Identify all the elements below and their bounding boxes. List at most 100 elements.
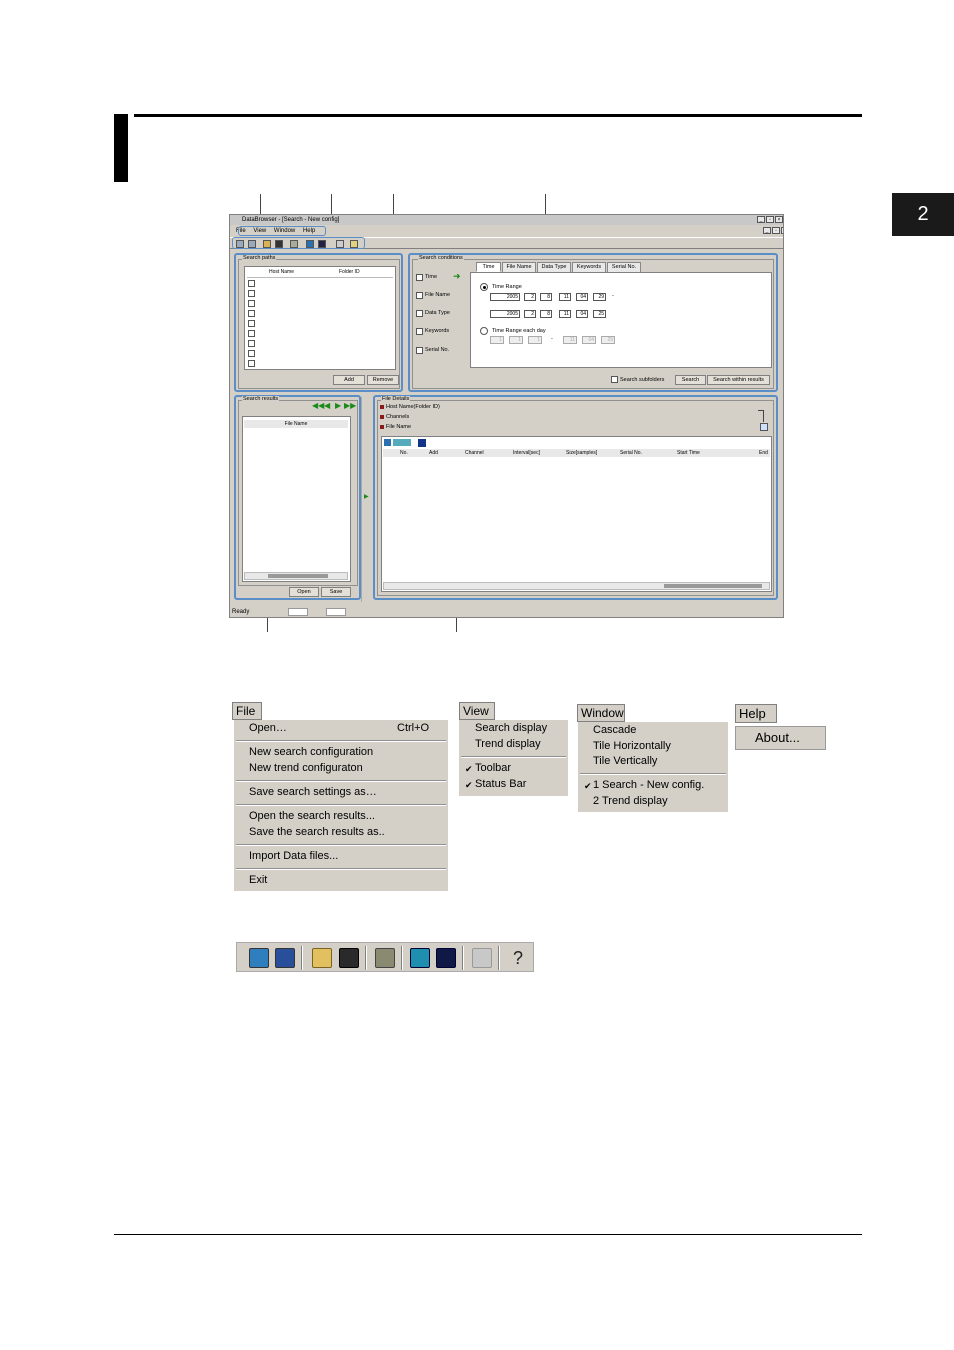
- path-checkbox[interactable]: [248, 360, 255, 367]
- path-checkbox[interactable]: [248, 350, 255, 357]
- toggle-channels-icon[interactable]: [393, 439, 411, 446]
- start-month-field[interactable]: 2: [524, 293, 536, 301]
- each-day-start-field[interactable]: 1: [509, 336, 523, 344]
- end-hour-field[interactable]: 11: [559, 310, 571, 318]
- serialno-checkbox[interactable]: [416, 347, 423, 354]
- save-icon[interactable]: [339, 948, 359, 968]
- start-day-field[interactable]: 8: [540, 293, 552, 301]
- child-restore-button[interactable]: ▫: [772, 227, 780, 234]
- each-day-start-field[interactable]: 1: [490, 336, 504, 344]
- next-page-icon[interactable]: ▶: [335, 401, 341, 410]
- menu-item-toolbar[interactable]: Toolbar: [475, 762, 511, 774]
- save-results-button[interactable]: Save: [321, 587, 351, 597]
- menu-item-exit[interactable]: Exit: [249, 874, 267, 886]
- tab-file-name[interactable]: File Name: [502, 262, 536, 272]
- menu-item-search-display[interactable]: Search display: [475, 722, 547, 734]
- search-display-icon[interactable]: [410, 948, 430, 968]
- path-checkbox[interactable]: [248, 280, 255, 287]
- menu-item-status-bar[interactable]: Status Bar: [475, 778, 526, 790]
- path-checkbox[interactable]: [248, 330, 255, 337]
- print-icon[interactable]: [472, 948, 492, 968]
- path-checkbox[interactable]: [248, 300, 255, 307]
- path-checkbox[interactable]: [248, 320, 255, 327]
- menu-item-about[interactable]: About...: [755, 730, 800, 745]
- menu-item-trend-window[interactable]: 2 Trend display: [593, 795, 668, 807]
- file-menu-title[interactable]: File: [232, 702, 262, 720]
- menu-item-search-window[interactable]: 1 Search - New config.: [593, 779, 704, 791]
- menu-item-save-search-settings[interactable]: Save search settings as…: [249, 786, 377, 798]
- add-channel-icon[interactable]: [418, 439, 426, 447]
- each-day-hour-field[interactable]: 11: [563, 336, 577, 344]
- end-month-field[interactable]: 2: [524, 310, 536, 318]
- detail-view-icon[interactable]: [760, 423, 768, 431]
- scrollbar-thumb[interactable]: [268, 574, 328, 578]
- time-range-radio[interactable]: [480, 283, 488, 291]
- path-checkbox[interactable]: [248, 310, 255, 317]
- select-all-icon[interactable]: [384, 439, 391, 446]
- scrollbar-thumb[interactable]: [664, 584, 762, 588]
- pane-splitter[interactable]: [361, 397, 371, 602]
- open-results-button[interactable]: Open: [289, 587, 319, 597]
- open-folder-icon[interactable]: [312, 948, 332, 968]
- path-checkbox[interactable]: [248, 340, 255, 347]
- tab-data-type[interactable]: Data Type: [537, 262, 571, 272]
- start-minute-field[interactable]: 04: [576, 293, 588, 301]
- menu-item-open-search-results[interactable]: Open the search results...: [249, 810, 375, 822]
- start-second-field[interactable]: 29: [593, 293, 606, 301]
- chapter-number: 2: [917, 203, 929, 225]
- datatype-checkbox[interactable]: [416, 310, 423, 317]
- first-page-icon[interactable]: ◀◀: [312, 401, 324, 410]
- previous-page-icon[interactable]: ◀: [324, 401, 330, 410]
- horizontal-scrollbar[interactable]: [244, 572, 348, 580]
- view-menu-title[interactable]: View: [459, 702, 495, 720]
- search-results-list[interactable]: File Name: [242, 416, 351, 582]
- start-year-field[interactable]: 2005: [490, 293, 520, 301]
- close-button[interactable]: ×: [775, 216, 783, 223]
- menu-item-tile-horizontally[interactable]: Tile Horizontally: [593, 740, 671, 752]
- path-checkbox[interactable]: [248, 290, 255, 297]
- menu-item-tile-vertically[interactable]: Tile Vertically: [593, 755, 657, 767]
- start-hour-field[interactable]: 11: [559, 293, 571, 301]
- menu-item-open[interactable]: Open…: [249, 722, 287, 734]
- each-day-second-field[interactable]: 29: [601, 336, 615, 344]
- end-day-field[interactable]: 8: [540, 310, 552, 318]
- menu-item-new-search-config[interactable]: New search configuration: [249, 746, 373, 758]
- last-page-icon[interactable]: ▶▶: [344, 401, 356, 410]
- tab-serial-no[interactable]: Serial No.: [607, 262, 641, 272]
- help-icon[interactable]: ?: [508, 948, 528, 968]
- tab-time[interactable]: Time: [476, 262, 501, 272]
- search-subfolders-checkbox[interactable]: [611, 376, 618, 383]
- search-within-results-button[interactable]: Search within results: [707, 375, 770, 385]
- child-minimize-button[interactable]: _: [763, 227, 771, 234]
- channel-table[interactable]: No. Add Channel Interval[sec] Size[sampl…: [381, 436, 772, 592]
- window-menu-title[interactable]: Window: [577, 704, 625, 722]
- end-minute-field[interactable]: 04: [576, 310, 588, 318]
- trend-display-icon[interactable]: [436, 948, 456, 968]
- end-second-field[interactable]: 25: [593, 310, 606, 318]
- menu-item-save-search-results[interactable]: Save the search results as..: [249, 826, 385, 838]
- menu-item-cascade[interactable]: Cascade: [593, 724, 636, 736]
- restore-button[interactable]: ▫: [766, 216, 774, 223]
- each-day-minute-field[interactable]: 04: [582, 336, 596, 344]
- end-year-field[interactable]: 2005: [490, 310, 520, 318]
- time-range-each-day-radio[interactable]: [480, 327, 488, 335]
- add-path-button[interactable]: Add: [333, 375, 365, 385]
- each-day-start-field[interactable]: 1: [528, 336, 542, 344]
- search-paths-list[interactable]: Host Name Folder ID: [244, 266, 396, 370]
- search-button[interactable]: Search: [675, 375, 706, 385]
- time-checkbox[interactable]: [416, 274, 423, 281]
- new-trend-icon[interactable]: [275, 948, 295, 968]
- help-menu-title[interactable]: Help: [735, 704, 777, 723]
- menu-item-trend-display[interactable]: Trend display: [475, 738, 541, 750]
- child-close-button[interactable]: ×: [781, 227, 783, 234]
- filename-checkbox[interactable]: [416, 292, 423, 299]
- minimize-button[interactable]: _: [757, 216, 765, 223]
- new-search-icon[interactable]: [249, 948, 269, 968]
- menu-item-new-trend-config[interactable]: New trend configuraton: [249, 762, 363, 774]
- horizontal-scrollbar[interactable]: [383, 582, 770, 590]
- keywords-checkbox[interactable]: [416, 328, 423, 335]
- menu-item-import-data-files[interactable]: Import Data files...: [249, 850, 338, 862]
- tab-keywords[interactable]: Keywords: [572, 262, 606, 272]
- import-icon[interactable]: [375, 948, 395, 968]
- remove-path-button[interactable]: Remove: [367, 375, 399, 385]
